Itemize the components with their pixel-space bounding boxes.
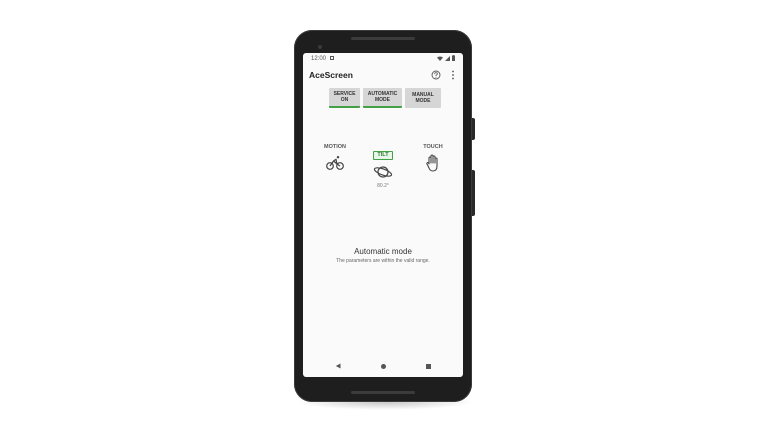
signal-icon [445,55,450,61]
recents-icon[interactable] [426,364,431,369]
service-on-button[interactable]: SERVICE ON [329,88,360,108]
power-button [472,118,475,140]
notification-icon [330,56,334,60]
status-description: The parameters are within the valid rang… [336,258,430,264]
phone-screen: 12:00 AceScreen SERVICE ON AUTOMATIC MOD… [303,53,463,377]
help-icon[interactable] [431,70,441,80]
manual-mode-button[interactable]: MANUAL MODE [405,88,441,108]
app-title: AceScreen [309,70,353,80]
hand-icon [426,154,438,172]
sensor-touch: TOUCH [415,143,451,174]
status-title: Automatic mode [354,247,412,256]
sensor-label-tilt: TILT [373,151,393,160]
top-speaker [351,37,415,40]
sensor-tilt: TILT 80.2° [365,143,401,189]
planet-icon [373,166,393,178]
bicycle-icon [326,156,344,170]
wifi-icon [437,56,443,61]
app-bar: AceScreen [303,67,463,83]
home-icon[interactable] [381,364,386,369]
volume-button [472,170,475,216]
nav-bar [303,360,463,374]
sensor-motion: MOTION [317,143,353,174]
back-icon[interactable] [335,363,341,369]
front-camera [318,45,322,49]
automatic-mode-button[interactable]: AUTOMATIC MODE [363,88,402,108]
status-time: 12:00 [311,56,327,62]
bottom-speaker [351,391,415,394]
phone-frame: 12:00 AceScreen SERVICE ON AUTOMATIC MOD… [294,30,472,402]
sensor-value-tilt: 80.2° [377,183,389,189]
status-icons [437,55,455,61]
mode-buttons: SERVICE ON AUTOMATIC MODE MANUAL MODE [329,88,441,108]
sensor-label-touch: TOUCH [423,144,443,150]
battery-icon [452,55,455,61]
more-vert-icon[interactable] [450,70,456,80]
status-bar: 12:00 [303,53,463,65]
stage: 12:00 AceScreen SERVICE ON AUTOMATIC MOD… [0,0,768,432]
sensor-label-motion: MOTION [324,144,346,150]
